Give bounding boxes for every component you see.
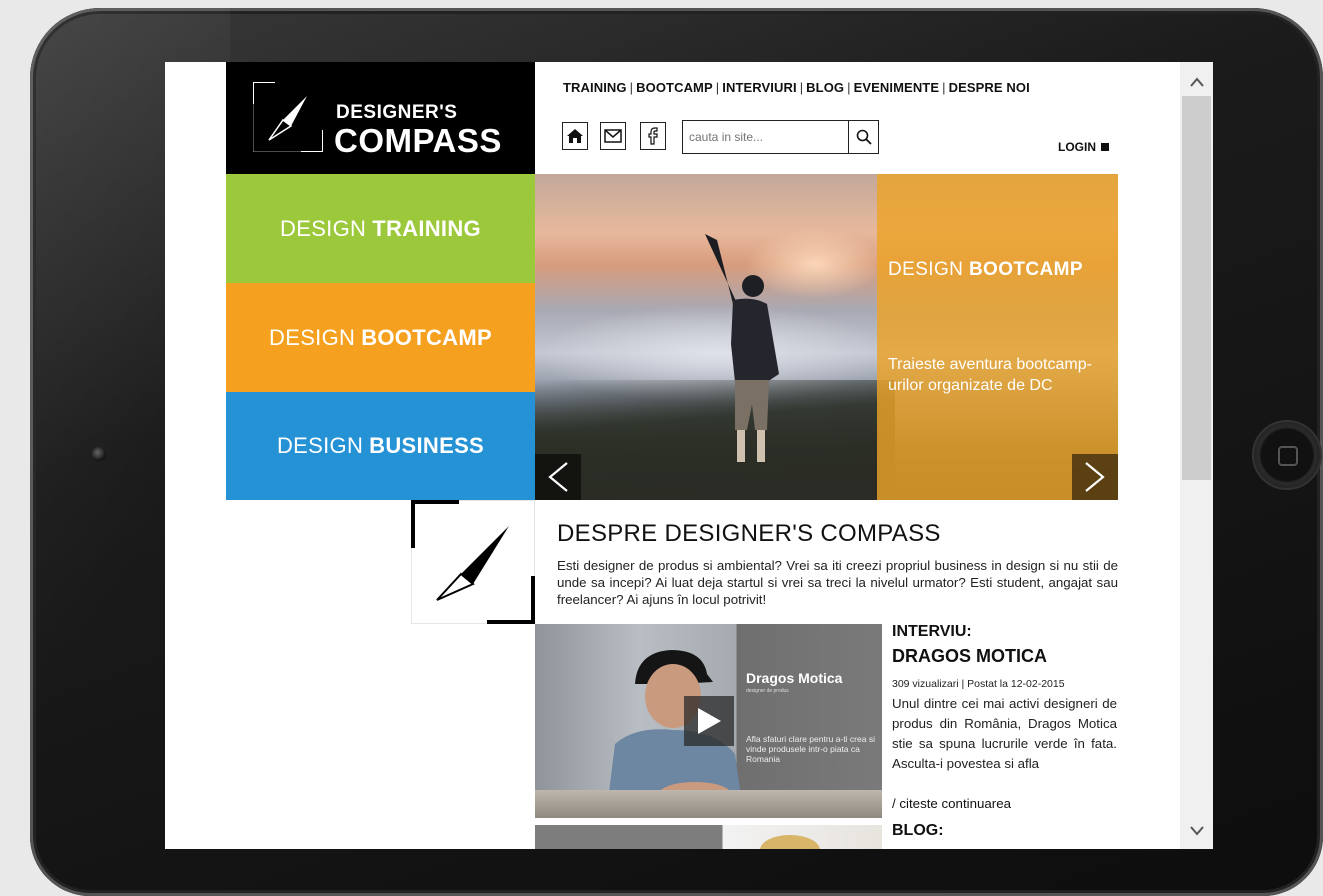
interview-title[interactable]: DRAGOS MOTICA [892,646,1047,667]
nav-bootcamp[interactable]: BOOTCAMP [636,80,713,95]
mail-icon [604,129,622,143]
camera-icon [92,447,106,461]
scrollbar-thumb[interactable] [1182,96,1211,480]
chevron-down-icon [1189,826,1204,836]
interview-video[interactable]: Dragos Motica designer de produs Afla sf… [535,624,882,818]
site-logo[interactable]: DESIGNER'S COMPASS [226,62,535,174]
search-box [682,120,879,154]
hero-caption-panel: DESIGN BOOTCAMP Traieste aventura bootca… [877,174,1118,500]
blog-label: BLOG: [892,822,944,839]
interview-excerpt: Unul dintre cei mai activi designeri de … [892,696,1117,771]
top-navigation: TRAINING | BOOTCAMP | INTERVIURI | BLOG | EVENIM… [563,80,1030,95]
interview-meta: 309 vizualizari | Postat la 12-02-2015 [892,678,1065,690]
slider-next-button[interactable] [1072,454,1118,500]
compass-icon [253,82,323,152]
login-label: LOGIN [1058,140,1096,154]
hero-subtitle: Traieste aventura bootcamp-urilor organi… [888,356,1092,394]
about-text: Esti designer de produs si ambiental? Vr… [557,558,1118,607]
slider-prev-button[interactable] [535,454,581,500]
tile-design-training[interactable]: DESIGN TRAINING [226,174,535,283]
chevron-up-icon [1189,77,1204,87]
tile-design-bootcamp[interactable]: DESIGN BOOTCAMP [226,283,535,392]
nav-evenimente[interactable]: EVENIMENTE [854,80,940,95]
facebook-icon [648,127,658,145]
video-table [535,790,882,818]
interview-label: INTERVIU: [892,623,972,640]
tile-design-business[interactable]: DESIGN BUSINESS [226,392,535,500]
hero-person-image [705,234,779,462]
compass-emblem-icon [411,500,535,624]
play-icon [698,708,721,734]
login-link[interactable]: LOGIN [1058,140,1109,154]
hero-title: DESIGN BOOTCAMP [888,259,1083,280]
search-button[interactable] [848,121,878,153]
hero-slider[interactable]: DESIGN BOOTCAMP Traieste aventura bootca… [535,174,1118,500]
scroll-down-button[interactable] [1180,817,1213,847]
search-icon [856,129,872,145]
video-overlay-role: designer de produs [746,688,789,694]
chevron-left-icon [548,462,568,492]
about-title: DESPRE DESIGNER'S COMPASS [557,520,941,547]
play-button[interactable] [684,696,734,746]
mail-button[interactable] [600,122,626,150]
facebook-button[interactable] [640,122,666,150]
home-button[interactable] [562,122,588,150]
logo-line2: COMPASS [334,122,502,159]
search-input[interactable] [683,121,848,153]
nav-despre-noi[interactable]: DESPRE NOI [949,80,1030,95]
nav-training[interactable]: TRAINING [563,80,627,95]
read-more-link[interactable]: / citeste continuarea [892,796,1011,811]
nav-blog[interactable]: BLOG [806,80,844,95]
video-overlay-desc: Afla sfaturi clare pentru a-ti crea si v… [746,734,875,764]
scroll-up-button[interactable] [1180,68,1213,98]
video-overlay-name: Dragos Motica [746,670,843,686]
login-square-icon [1101,143,1109,151]
logo-line1: DESIGNER'S [336,102,458,123]
home-icon [567,129,583,143]
scrollbar[interactable] [1180,62,1213,849]
chevron-right-icon [1085,462,1105,492]
blog-thumbnail[interactable] [535,825,882,849]
nav-interviuri[interactable]: INTERVIURI [722,80,796,95]
browser-screen: DESIGNER'S COMPASS TRAINING | BOOTCAMP | INT… [165,62,1213,849]
tablet-home-button[interactable] [1252,420,1322,490]
